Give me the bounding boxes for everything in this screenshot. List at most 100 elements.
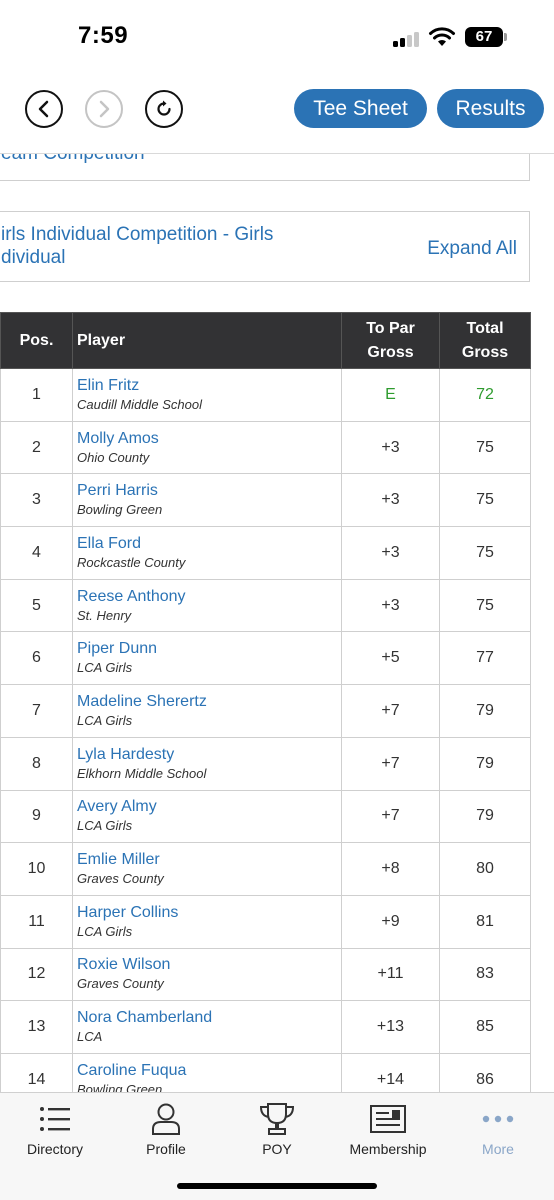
row-to-par-gross: E xyxy=(341,368,440,422)
row-position: 7 xyxy=(0,684,73,738)
row-to-par-gross: +3 xyxy=(341,473,440,528)
tab-profile[interactable]: Profile xyxy=(111,1101,221,1157)
team-competition-section[interactable]: eam Competition xyxy=(0,154,530,181)
row-player-cell: Roxie Wilson Graves County xyxy=(72,947,342,1002)
expand-all-link[interactable]: Expand All xyxy=(427,238,517,260)
results-button[interactable]: Results xyxy=(437,89,544,128)
player-name-link[interactable]: Caroline Fuqua xyxy=(77,1061,341,1081)
player-school: LCA Girls xyxy=(77,660,133,676)
table-row[interactable]: 4 Ella Ford Rockcastle County +3 75 xyxy=(0,526,531,580)
table-row[interactable]: 8 Lyla Hardesty Elkhorn Middle School +7 79 xyxy=(0,736,531,791)
girls-individual-section: irls Individual Competition - Girls divi… xyxy=(0,211,530,282)
forward-button[interactable] xyxy=(85,90,123,128)
header-player[interactable]: Player xyxy=(72,312,342,369)
table-row[interactable]: 7 Madeline Sherertz LCA Girls +7 79 xyxy=(0,684,531,738)
player-name-link[interactable]: Madeline Sherertz xyxy=(77,692,341,712)
row-player-cell: Nora Chamberland LCA xyxy=(72,1000,342,1054)
tab-directory[interactable]: Directory xyxy=(0,1101,110,1157)
row-position: 8 xyxy=(0,736,73,791)
table-row[interactable]: 11 Harper Collins LCA Girls +9 81 xyxy=(0,894,531,949)
header-to-par-line1: To Par xyxy=(366,319,415,337)
tab-membership-label: Membership xyxy=(349,1141,427,1157)
girls-individual-title-line2[interactable]: dividual xyxy=(1,246,65,270)
chevron-right-icon xyxy=(99,100,110,118)
player-name-link[interactable]: Ella Ford xyxy=(77,534,341,554)
table-row[interactable]: 13 Nora Chamberland LCA +13 85 xyxy=(0,1000,531,1054)
player-name-link[interactable]: Emlie Miller xyxy=(77,850,341,870)
status-bar: 7:59 67 xyxy=(0,0,554,76)
back-button[interactable] xyxy=(25,90,63,128)
row-total-gross: 83 xyxy=(439,947,531,1002)
row-total-gross: 77 xyxy=(439,631,531,686)
player-name-link[interactable]: Elin Fritz xyxy=(77,376,341,396)
membership-card-icon xyxy=(333,1101,443,1137)
battery-cap xyxy=(504,33,507,41)
row-player-cell: Harper Collins LCA Girls xyxy=(72,894,342,949)
player-name-link[interactable]: Roxie Wilson xyxy=(77,955,341,975)
player-name-link[interactable]: Nora Chamberland xyxy=(77,1008,341,1028)
row-position: 2 xyxy=(0,420,73,475)
row-to-par-gross: +7 xyxy=(341,736,440,791)
row-position: 12 xyxy=(0,947,73,1002)
row-position: 4 xyxy=(0,526,73,580)
player-name-link[interactable]: Perri Harris xyxy=(77,481,341,501)
player-school: Ohio County xyxy=(77,449,150,465)
row-to-par-gross: +11 xyxy=(341,947,440,1002)
player-name-link[interactable]: Reese Anthony xyxy=(77,587,341,607)
table-row[interactable]: 12 Roxie Wilson Graves County +11 83 xyxy=(0,947,531,1002)
tab-more-label: More xyxy=(482,1141,514,1157)
cellular-signal-icon xyxy=(393,31,423,47)
girls-individual-title-line1[interactable]: irls Individual Competition - Girls xyxy=(1,223,273,247)
player-name-link[interactable]: Molly Amos xyxy=(77,429,341,449)
tab-membership[interactable]: Membership xyxy=(333,1101,443,1157)
tee-sheet-button[interactable]: Tee Sheet xyxy=(294,89,427,128)
player-school: Bowling Green xyxy=(77,502,163,518)
player-school: Graves County xyxy=(77,976,164,992)
tab-directory-label: Directory xyxy=(26,1141,83,1157)
row-to-par-gross: +3 xyxy=(341,578,440,633)
home-indicator[interactable] xyxy=(177,1183,377,1189)
row-player-cell: Elin Fritz Caudill Middle School xyxy=(72,368,342,422)
player-name-link[interactable]: Lyla Hardesty xyxy=(77,745,341,765)
row-total-gross: 79 xyxy=(439,789,531,844)
player-name-link[interactable]: Piper Dunn xyxy=(77,639,341,659)
more-dots-icon xyxy=(443,1101,553,1137)
row-to-par-gross: +3 xyxy=(341,420,440,475)
table-header-row: Pos. Player To Par Gross Total Gross xyxy=(0,312,531,369)
refresh-icon xyxy=(157,100,171,116)
table-row[interactable]: 3 Perri Harris Bowling Green +3 75 xyxy=(0,473,531,528)
player-school: Elkhorn Middle School xyxy=(77,765,207,781)
table-row[interactable]: 2 Molly Amos Ohio County +3 75 xyxy=(0,420,531,475)
row-total-gross: 72 xyxy=(439,368,531,422)
row-to-par-gross: +7 xyxy=(341,684,440,738)
wifi-icon xyxy=(429,27,455,46)
row-position: 6 xyxy=(0,631,73,686)
trophy-icon xyxy=(222,1101,332,1137)
row-total-gross: 80 xyxy=(439,842,531,896)
row-position: 5 xyxy=(0,578,73,633)
refresh-button[interactable] xyxy=(145,90,183,128)
tab-more[interactable]: More xyxy=(443,1101,553,1157)
row-total-gross: 79 xyxy=(439,736,531,791)
player-name-link[interactable]: Harper Collins xyxy=(77,903,341,923)
row-to-par-gross: +8 xyxy=(341,842,440,896)
row-total-gross: 79 xyxy=(439,684,531,738)
header-total-line1: Total xyxy=(466,319,504,337)
player-school: Caudill Middle School xyxy=(77,396,203,412)
table-row[interactable]: 1 Elin Fritz Caudill Middle School E 72 xyxy=(0,368,531,422)
tab-profile-label: Profile xyxy=(146,1141,186,1157)
table-row[interactable]: 9 Avery Almy LCA Girls +7 79 xyxy=(0,789,531,844)
header-to-par-gross[interactable]: To Par Gross xyxy=(341,312,440,369)
player-name-link[interactable]: Avery Almy xyxy=(77,797,341,817)
row-to-par-gross: +9 xyxy=(341,894,440,949)
table-row[interactable]: 5 Reese Anthony St. Henry +3 75 xyxy=(0,578,531,633)
tab-poy[interactable]: POY xyxy=(222,1101,332,1157)
row-player-cell: Ella Ford Rockcastle County xyxy=(72,526,342,580)
team-competition-title[interactable]: eam Competition xyxy=(1,154,145,166)
row-player-cell: Perri Harris Bowling Green xyxy=(72,473,342,528)
status-time: 7:59 xyxy=(78,22,129,49)
header-total-gross[interactable]: Total Gross xyxy=(439,312,531,369)
table-row[interactable]: 10 Emlie Miller Graves County +8 80 xyxy=(0,842,531,896)
table-row[interactable]: 6 Piper Dunn LCA Girls +5 77 xyxy=(0,631,531,686)
header-pos[interactable]: Pos. xyxy=(0,312,73,369)
